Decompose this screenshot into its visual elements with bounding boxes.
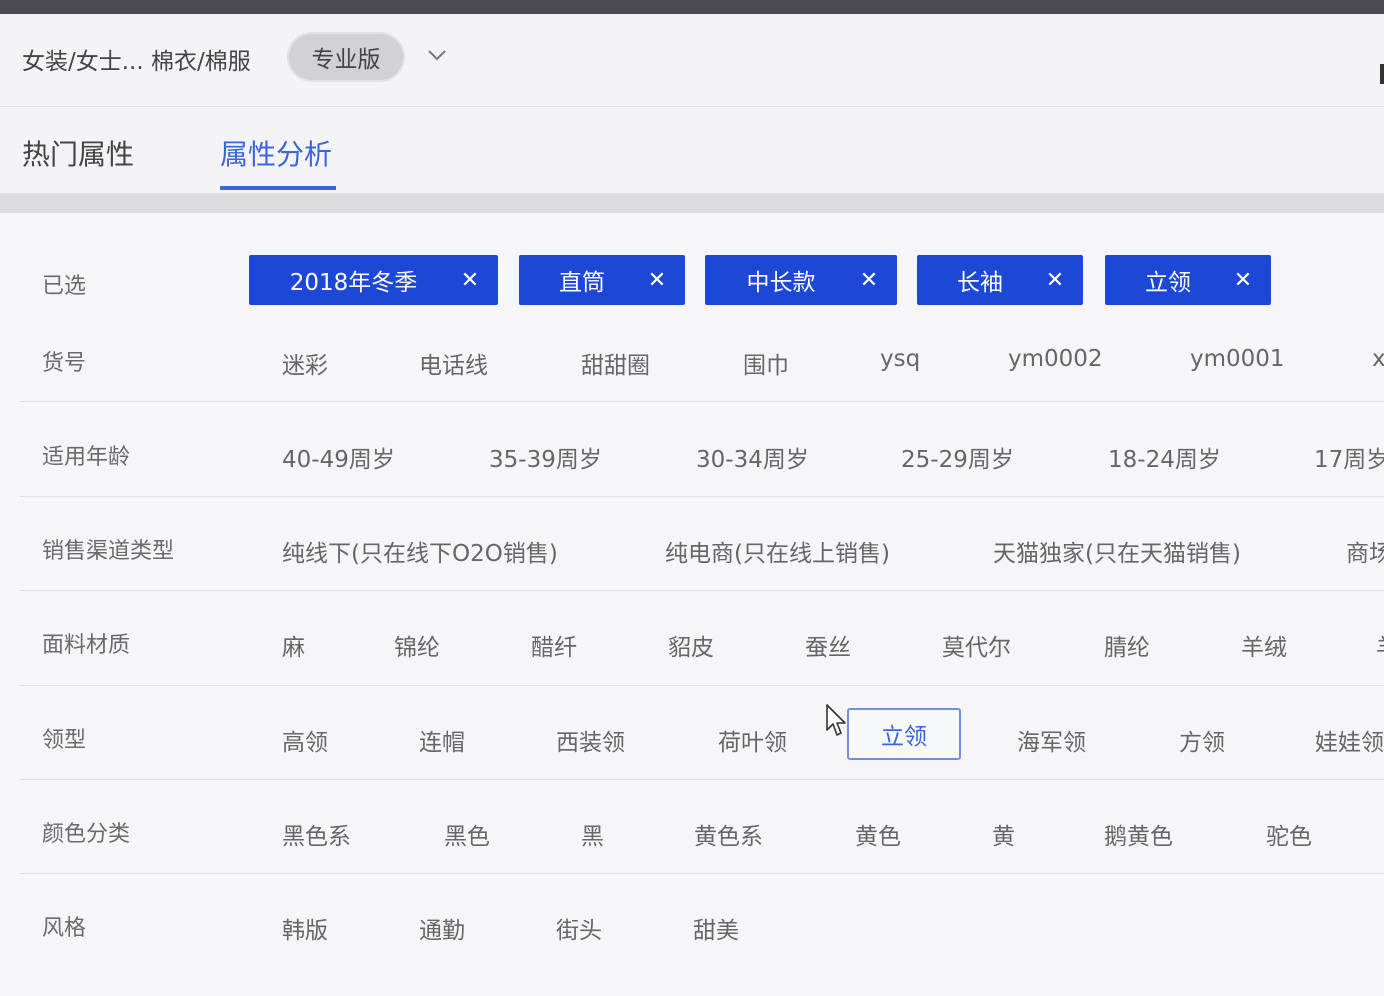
row-divider xyxy=(20,401,1384,402)
option-item[interactable]: 围巾 xyxy=(743,346,789,380)
row-divider xyxy=(20,496,1384,497)
row-label-sales-channel: 销售渠道类型 xyxy=(42,539,175,564)
option-item[interactable]: 蚕丝 xyxy=(805,628,851,662)
option-item[interactable]: x xyxy=(1372,346,1384,372)
option-item[interactable]: 17周岁 xyxy=(1314,440,1384,474)
tab-attribute-analysis[interactable]: 属性分析 xyxy=(220,133,332,173)
option-item[interactable]: 通勤 xyxy=(419,911,465,945)
row-label-item-number: 货号 xyxy=(42,351,87,376)
section-divider xyxy=(0,193,1384,213)
chip-label: 直筒 xyxy=(559,270,605,296)
option-item[interactable]: 纯电商(只在线上销售) xyxy=(665,534,890,568)
close-icon[interactable]: ✕ xyxy=(1231,268,1255,293)
row-label-age: 适用年龄 xyxy=(42,445,131,470)
mouse-pointer-icon xyxy=(826,704,846,736)
row-divider xyxy=(20,779,1384,780)
chip-label: 中长款 xyxy=(746,270,816,296)
option-item[interactable]: 锦纶 xyxy=(394,628,440,662)
option-item[interactable]: 羊 xyxy=(1376,628,1384,662)
option-item[interactable]: 30-34周岁 xyxy=(696,440,809,474)
attribute-panel xyxy=(0,213,1384,996)
category-breadcrumb[interactable]: 女装/女士... 棉衣/棉服 xyxy=(22,42,251,76)
option-item[interactable]: 黄 xyxy=(992,817,1015,851)
option-item[interactable]: 25-29周岁 xyxy=(901,440,1014,474)
selected-filters-label: 已选 xyxy=(42,274,87,299)
option-item[interactable]: 商场 xyxy=(1346,534,1384,568)
option-item[interactable]: 方领 xyxy=(1179,723,1225,757)
option-item[interactable]: 纯线下(只在线下O2O销售) xyxy=(282,534,558,568)
row-divider xyxy=(20,685,1384,686)
option-item[interactable]: 韩版 xyxy=(282,911,328,945)
option-item[interactable]: 西装领 xyxy=(556,723,625,757)
chip-label: 立领 xyxy=(1145,270,1191,296)
tab-hot-attributes[interactable]: 热门属性 xyxy=(22,133,134,173)
close-icon[interactable]: ✕ xyxy=(857,268,881,293)
option-item[interactable]: 貂皮 xyxy=(668,628,714,662)
close-icon[interactable]: ✕ xyxy=(645,268,669,293)
option-item[interactable]: ym0001 xyxy=(1190,346,1285,372)
option-item[interactable]: 鹅黄色 xyxy=(1104,817,1173,851)
option-item[interactable]: 连帽 xyxy=(419,723,465,757)
option-item[interactable]: 迷彩 xyxy=(282,346,328,380)
chevron-down-icon[interactable] xyxy=(426,44,448,66)
selected-chip-collar[interactable]: 立领 ✕ xyxy=(1105,255,1271,305)
option-item[interactable]: 40-49周岁 xyxy=(282,440,395,474)
tab-bar: 热门属性 属性分析 xyxy=(0,107,1384,193)
selected-chip-fit[interactable]: 直筒 ✕ xyxy=(519,255,685,305)
option-item[interactable]: 18-24周岁 xyxy=(1108,440,1221,474)
option-item[interactable]: 黑色 xyxy=(444,817,490,851)
option-item[interactable]: 黄色 xyxy=(855,817,901,851)
option-item[interactable]: 街头 xyxy=(556,911,602,945)
edition-badge[interactable]: 专业版 xyxy=(287,32,405,82)
option-item[interactable]: 荷叶领 xyxy=(718,723,787,757)
option-item[interactable]: ym0002 xyxy=(1008,346,1103,372)
row-divider xyxy=(20,873,1384,874)
option-item[interactable]: 电话线 xyxy=(419,346,488,380)
option-item[interactable]: 羊绒 xyxy=(1241,628,1287,662)
option-item[interactable]: 海军领 xyxy=(1017,723,1086,757)
option-item[interactable]: 驼色 xyxy=(1266,817,1312,851)
chip-label: 2018年冬季 xyxy=(289,270,418,296)
option-item[interactable]: 黄色系 xyxy=(694,817,763,851)
option-item[interactable]: 黑 xyxy=(581,817,604,851)
option-item[interactable]: 醋纤 xyxy=(531,628,577,662)
row-label-style: 风格 xyxy=(42,916,87,941)
chip-label: 长袖 xyxy=(957,270,1003,296)
selected-chip-length[interactable]: 中长款 ✕ xyxy=(705,255,897,305)
option-item[interactable]: 甜甜圈 xyxy=(581,346,650,380)
option-item[interactable]: ysq xyxy=(880,346,920,372)
option-item[interactable]: 麻 xyxy=(282,628,305,662)
row-divider xyxy=(20,590,1384,591)
header-bar: 女装/女士... 棉衣/棉服 专业版 xyxy=(0,14,1384,107)
row-label-fabric: 面料材质 xyxy=(42,633,131,658)
option-item[interactable]: 娃娃领 xyxy=(1315,723,1384,757)
row-label-color: 颜色分类 xyxy=(42,822,131,847)
close-icon[interactable]: ✕ xyxy=(1043,268,1067,293)
option-item[interactable]: 莫代尔 xyxy=(942,628,1011,662)
option-item-selected[interactable]: 立领 xyxy=(847,708,961,760)
option-item[interactable]: 甜美 xyxy=(693,911,739,945)
option-item[interactable]: 黑色系 xyxy=(282,817,351,851)
window-top-bar xyxy=(0,0,1384,14)
edge-marker xyxy=(1380,64,1384,84)
option-item[interactable]: 高领 xyxy=(282,723,328,757)
active-tab-indicator xyxy=(220,186,336,190)
selected-chip-sleeve[interactable]: 长袖 ✕ xyxy=(917,255,1083,305)
option-item[interactable]: 腈纶 xyxy=(1104,628,1150,662)
close-icon[interactable]: ✕ xyxy=(458,268,482,293)
option-item[interactable]: 35-39周岁 xyxy=(489,440,602,474)
option-item[interactable]: 天猫独家(只在天猫销售) xyxy=(993,534,1241,568)
selected-chip-season[interactable]: 2018年冬季 ✕ xyxy=(249,255,498,305)
row-label-collar: 领型 xyxy=(42,728,87,753)
